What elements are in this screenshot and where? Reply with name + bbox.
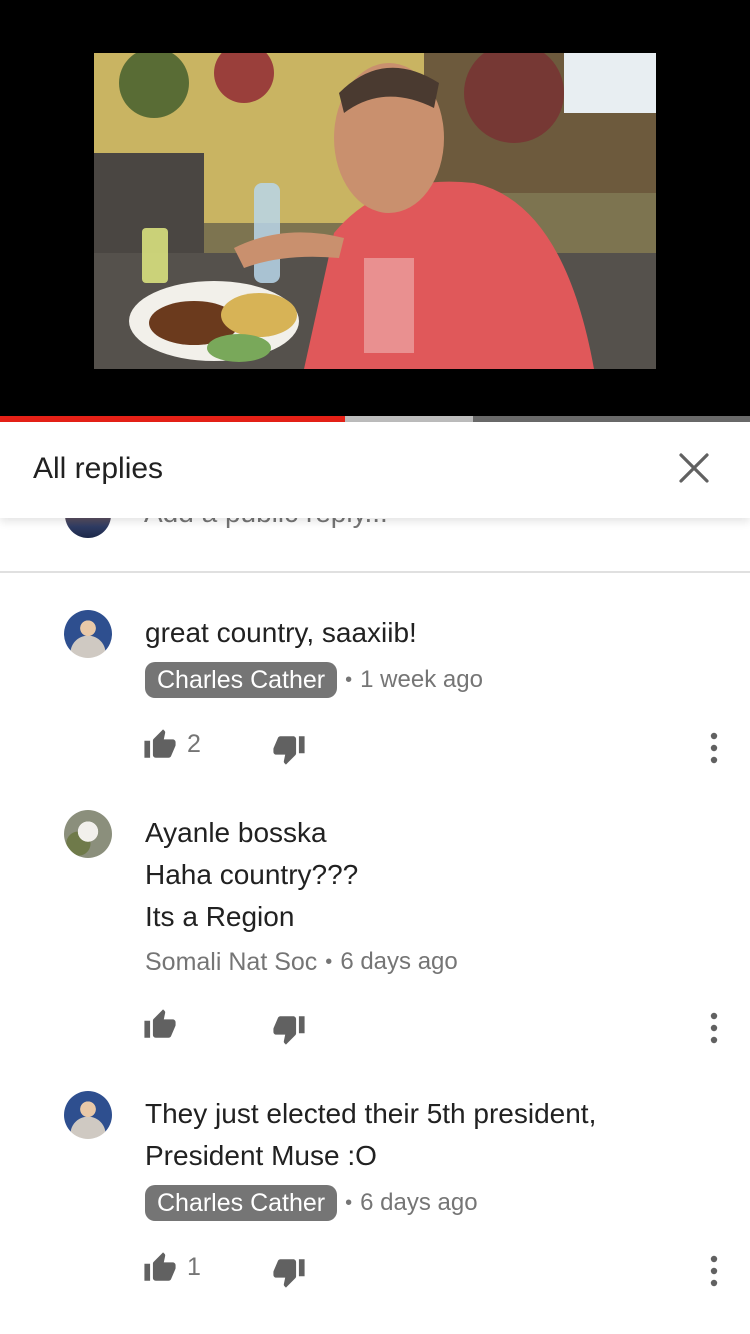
separator-dot: • [325,950,333,973]
dislike-button[interactable] [272,732,306,766]
divider [0,571,750,573]
thumbs-down-icon [273,736,305,765]
author-name[interactable]: Charles Cather [145,662,338,698]
thumbs-up-icon [144,1009,176,1038]
comment-actions [0,1008,750,1048]
video-player[interactable] [0,0,750,418]
comment-text-line: Its a Region [145,901,295,932]
comment-actions: 1 [0,1251,750,1291]
like-count: 2 [187,730,201,758]
thumbs-up-icon [144,1252,176,1281]
close-icon [679,453,709,483]
comment-text-line: President Muse :O [145,1140,377,1171]
comment-meta: Charles Cather • 1 week ago [145,662,483,698]
author-name[interactable]: Charles Cather [145,1185,338,1221]
avatar[interactable] [64,1091,112,1139]
dislike-button[interactable] [272,1255,306,1289]
comment-text-line: Ayanle bosska [145,817,327,848]
comment-text-line: Haha country??? [145,859,359,890]
thumbs-up-icon [144,729,176,758]
separator-dot: • [345,1191,353,1214]
more-options-button[interactable] [700,1008,728,1048]
comment-actions: 2 [0,728,750,768]
video-thumbnail[interactable] [94,53,656,369]
video-scene-image [94,53,656,369]
comment-time: 1 week ago [360,666,483,693]
comment-time: 6 days ago [360,1189,478,1216]
close-button[interactable] [670,444,718,492]
comment-text-line: They just elected their 5th president, [145,1098,597,1129]
comment-time: 6 days ago [340,948,458,975]
more-options-button[interactable] [700,1251,728,1291]
more-vert-icon [710,732,718,764]
like-button[interactable] [143,728,177,762]
thumbs-down-icon [273,1259,305,1288]
more-options-button[interactable] [700,728,728,768]
like-count: 1 [187,1253,201,1281]
dislike-button[interactable] [272,1012,306,1046]
like-button[interactable] [143,1008,177,1042]
more-vert-icon [710,1255,718,1287]
avatar[interactable] [64,610,112,658]
page-title: All replies [33,452,164,485]
separator-dot: • [345,668,353,691]
comment-text-line: great country, saaxiib! [145,617,417,648]
comment-meta: Charles Cather • 6 days ago [145,1185,478,1221]
comment-meta: Somali Nat Soc • 6 days ago [145,944,458,980]
author-name[interactable]: Somali Nat Soc [145,948,317,977]
more-vert-icon [710,1012,718,1044]
avatar[interactable] [64,810,112,858]
replies-header: All replies [0,422,750,518]
like-button[interactable] [143,1251,177,1285]
thumbs-down-icon [273,1016,305,1045]
